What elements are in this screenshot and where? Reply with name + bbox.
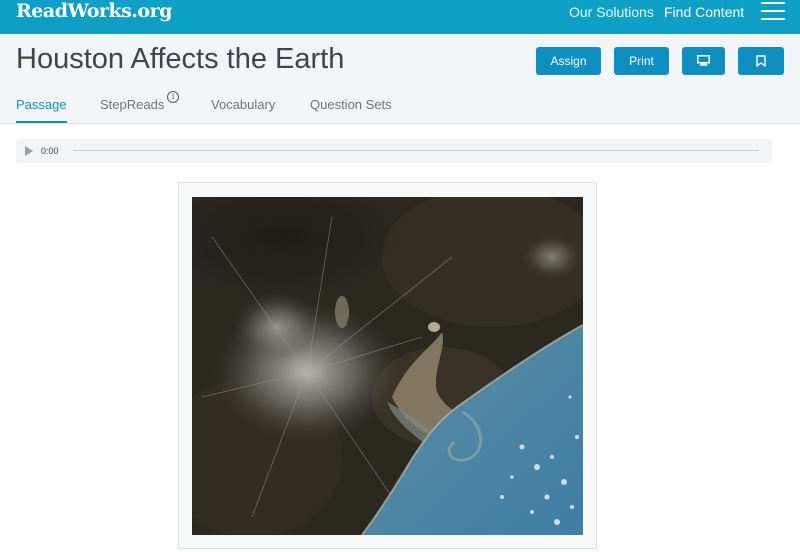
nav-our-solutions[interactable]: Our Solutions [569, 4, 654, 20]
active-tab-indicator [16, 121, 67, 123]
info-icon[interactable]: i [167, 91, 179, 103]
audio-player: 0:00 [16, 139, 772, 163]
nav-find-content[interactable]: Find Content [664, 4, 744, 20]
tab-vocabulary[interactable]: Vocabulary [211, 97, 275, 113]
passage-image-frame [178, 182, 597, 549]
hamburger-menu-icon[interactable] [761, 2, 785, 22]
audio-time: 0:00 [41, 146, 59, 156]
article-header: Houston Affects the Earth Assign Print P… [0, 34, 800, 124]
top-navigation-bar: ReadWorks.org Our Solutions Find Content [0, 0, 800, 34]
print-button[interactable]: Print [614, 47, 669, 75]
tab-question-sets[interactable]: Question Sets [310, 97, 392, 113]
tab-passage[interactable]: Passage [16, 97, 67, 113]
monitor-icon [697, 55, 710, 67]
bookmark-button[interactable] [738, 47, 784, 75]
tab-stepreads[interactable]: StepReads [100, 97, 164, 113]
satellite-photo [192, 197, 583, 535]
present-button[interactable] [682, 47, 725, 75]
bookmark-icon [756, 55, 766, 67]
page-title: Houston Affects the Earth [16, 43, 345, 75]
play-icon[interactable] [25, 146, 33, 156]
readworks-logo[interactable]: ReadWorks.org [16, 0, 172, 24]
assign-button[interactable]: Assign [536, 47, 601, 75]
audio-progress-track[interactable] [73, 150, 759, 151]
